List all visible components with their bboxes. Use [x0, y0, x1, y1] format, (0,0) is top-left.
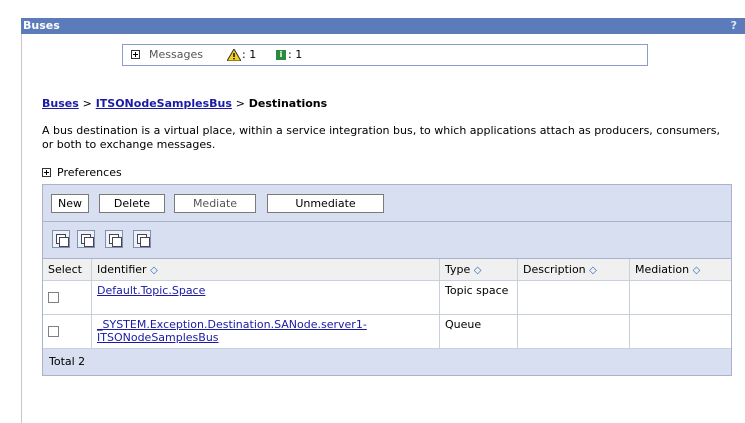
column-type-label[interactable]: Type [445, 263, 470, 276]
sort-icon[interactable]: ◇ [589, 265, 597, 276]
row-checkbox[interactable] [48, 292, 59, 303]
button-toolbar: New Delete Mediate Unmediate [43, 185, 731, 222]
column-type[interactable]: Type ◇ [439, 259, 518, 281]
table-header-row: Select Identifier ◇ Type ◇ Description ◇… [43, 259, 731, 281]
destination-link[interactable]: Default.Topic.Space [97, 284, 205, 297]
show-filter-icon[interactable] [105, 230, 123, 248]
select-cell [43, 280, 92, 315]
column-identifier-label[interactable]: Identifier [97, 263, 147, 276]
column-description[interactable]: Description ◇ [517, 259, 630, 281]
frame-border [21, 34, 22, 423]
help-icon[interactable]: ? [731, 18, 737, 34]
breadcrumb: Buses > ITSONodeSamplesBus > Destination… [42, 97, 327, 110]
destinations-table: Select Identifier ◇ Type ◇ Description ◇… [43, 259, 731, 349]
type-cell: Topic space [439, 280, 518, 315]
new-button[interactable]: New [51, 194, 89, 213]
destination-link[interactable]: _SYSTEM.Exception.Destination.SANode.ser… [97, 318, 367, 344]
description-cell [517, 314, 630, 349]
identifier-cell: _SYSTEM.Exception.Destination.SANode.ser… [91, 314, 440, 349]
clear-filter-icon[interactable] [133, 230, 151, 248]
deselect-all-icon[interactable] [77, 230, 95, 248]
column-mediation[interactable]: Mediation ◇ [629, 259, 731, 281]
preferences-label[interactable]: Preferences [57, 166, 122, 179]
breadcrumb-current: Destinations [248, 97, 328, 110]
info-count: : 1 [288, 48, 303, 61]
breadcrumb-bus-link[interactable]: ITSONodeSamplesBus [96, 97, 232, 110]
info-icon: i [276, 50, 286, 60]
warning-count: : 1 [242, 48, 257, 61]
column-mediation-label[interactable]: Mediation [635, 263, 689, 276]
window-titlebar: Buses ? [21, 18, 745, 34]
column-select: Select [43, 259, 92, 281]
row-checkbox[interactable] [48, 326, 59, 337]
table-row: Default.Topic.Space Topic space [43, 280, 731, 315]
messages-panel: Messages : 1 i : 1 [122, 44, 648, 66]
table-row: _SYSTEM.Exception.Destination.SANode.ser… [43, 314, 731, 349]
selection-toolbar [43, 222, 731, 259]
type-cell: Queue [439, 314, 518, 349]
delete-button[interactable]: Delete [99, 194, 165, 213]
breadcrumb-buses-link[interactable]: Buses [42, 97, 79, 110]
sort-icon[interactable]: ◇ [693, 265, 701, 276]
page-description: A bus destination is a virtual place, wi… [42, 124, 720, 151]
breadcrumb-separator: > [82, 97, 92, 110]
messages-label[interactable]: Messages [149, 48, 203, 61]
window-title: Buses [23, 19, 60, 32]
select-all-icon[interactable] [52, 230, 70, 248]
expand-preferences-icon[interactable] [42, 168, 51, 177]
sort-icon[interactable]: ◇ [474, 265, 482, 276]
expand-messages-icon[interactable] [131, 50, 140, 59]
column-description-label[interactable]: Description [523, 263, 586, 276]
destinations-collection: New Delete Mediate Unmediate Select Iden… [42, 184, 732, 376]
warning-icon [227, 49, 241, 61]
select-cell [43, 314, 92, 349]
breadcrumb-separator: > [235, 97, 245, 110]
mediation-cell [629, 280, 731, 315]
sort-icon[interactable]: ◇ [150, 265, 158, 276]
identifier-cell: Default.Topic.Space [91, 280, 440, 315]
unmediate-button[interactable]: Unmediate [267, 194, 384, 213]
description-cell [517, 280, 630, 315]
mediate-button[interactable]: Mediate [174, 194, 256, 213]
mediation-cell [629, 314, 731, 349]
total-count: Total 2 [43, 349, 731, 375]
column-identifier[interactable]: Identifier ◇ [91, 259, 440, 281]
